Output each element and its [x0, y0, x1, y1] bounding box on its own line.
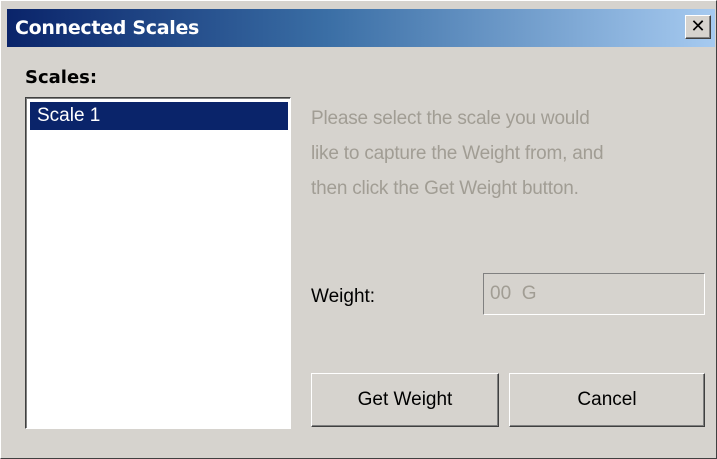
connected-scales-dialog: Connected Scales ✕ Scales: Scale 1 Pleas… — [0, 0, 717, 459]
instructions-line-1: Please select the scale you would — [311, 108, 590, 129]
scales-list[interactable]: Scale 1 — [25, 97, 291, 429]
weight-label: Weight: — [311, 286, 376, 307]
close-button[interactable]: ✕ — [685, 15, 711, 39]
instructions-text: Please select the scale you would like t… — [311, 101, 706, 206]
get-weight-button[interactable]: Get Weight — [311, 373, 499, 427]
instructions-line-3: then click the Get Weight button. — [311, 178, 579, 199]
scales-label: Scales: — [25, 67, 98, 88]
weight-field: 00 G — [483, 273, 705, 315]
close-icon: ✕ — [690, 16, 706, 37]
window-title: Connected Scales — [15, 17, 200, 39]
cancel-button[interactable]: Cancel — [509, 373, 705, 427]
list-item-scale-1[interactable]: Scale 1 — [30, 102, 288, 130]
title-bar[interactable]: Connected Scales ✕ — [7, 9, 715, 47]
instructions-line-2: like to capture the Weight from, and — [311, 143, 604, 164]
